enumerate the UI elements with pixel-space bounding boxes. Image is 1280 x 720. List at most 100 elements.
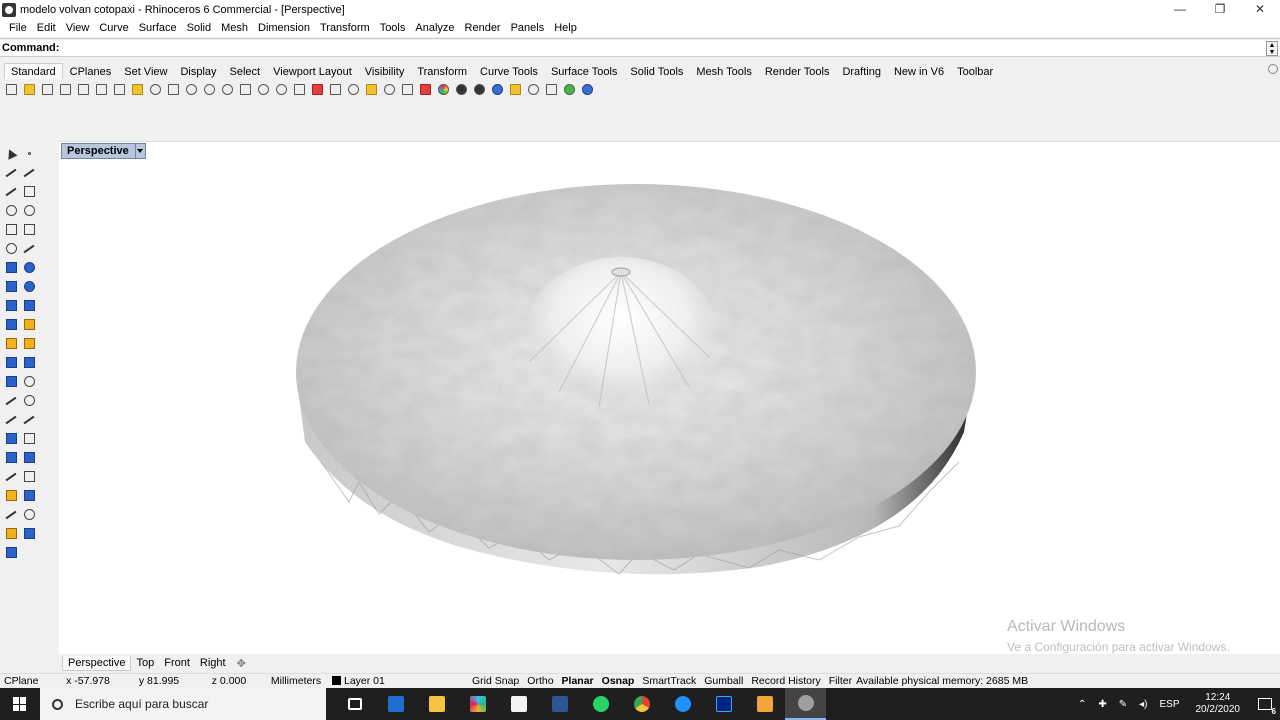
- slack-icon[interactable]: [457, 688, 498, 720]
- surface-icon[interactable]: [2, 259, 20, 277]
- line-icon[interactable]: [2, 183, 20, 201]
- gumball-toggle[interactable]: Gumball: [700, 675, 747, 687]
- zoom-window-icon[interactable]: [218, 81, 236, 98]
- menu-dimension[interactable]: Dimension: [253, 22, 315, 34]
- maximize-button[interactable]: ❐: [1200, 0, 1240, 19]
- app-n-icon[interactable]: [744, 688, 785, 720]
- fillet-curve-icon[interactable]: [20, 240, 38, 258]
- tab-display[interactable]: Display: [174, 64, 222, 79]
- render-icon[interactable]: [452, 81, 470, 98]
- minimize-button[interactable]: —: [1160, 0, 1200, 19]
- circle-icon[interactable]: [2, 202, 20, 220]
- gear-icon[interactable]: [524, 81, 542, 98]
- menu-file[interactable]: File: [4, 22, 32, 34]
- sweep-icon[interactable]: [20, 297, 38, 315]
- hide-icon[interactable]: [308, 81, 326, 98]
- documents-icon[interactable]: [539, 688, 580, 720]
- print-icon[interactable]: [56, 81, 74, 98]
- filter-toggle[interactable]: Filter: [825, 675, 856, 687]
- properties-icon[interactable]: [2, 487, 20, 505]
- cut-icon[interactable]: [92, 81, 110, 98]
- lights-icon[interactable]: [380, 81, 398, 98]
- zoom-selected-icon[interactable]: [254, 81, 272, 98]
- tab-viewport-layout[interactable]: Viewport Layout: [267, 64, 358, 79]
- environment-icon[interactable]: [488, 81, 506, 98]
- tab-curve-tools[interactable]: Curve Tools: [474, 64, 544, 79]
- pan-icon[interactable]: [164, 81, 182, 98]
- select-arrow-icon[interactable]: [2, 145, 20, 163]
- menu-help[interactable]: Help: [549, 22, 582, 34]
- planar-toggle[interactable]: Planar: [558, 675, 598, 687]
- mirror-icon[interactable]: [20, 449, 38, 467]
- split-icon[interactable]: [20, 354, 38, 372]
- ortho-toggle[interactable]: Ortho: [523, 675, 557, 687]
- viewport-title[interactable]: Perspective: [61, 143, 146, 159]
- control-point-curve-icon[interactable]: [20, 183, 38, 201]
- menu-analyze[interactable]: Analyze: [410, 22, 459, 34]
- command-line[interactable]: Command: ▲ ▼: [0, 40, 1280, 57]
- polyline-icon[interactable]: [2, 164, 20, 182]
- ellipse-icon[interactable]: [20, 202, 38, 220]
- store-icon[interactable]: [498, 688, 539, 720]
- tab-select[interactable]: Select: [224, 64, 267, 79]
- polygon-icon[interactable]: [2, 221, 20, 239]
- undo-icon[interactable]: [146, 81, 164, 98]
- tab-solid-tools[interactable]: Solid Tools: [624, 64, 689, 79]
- tab-standard[interactable]: Standard: [4, 63, 63, 79]
- scale-icon[interactable]: [20, 430, 38, 448]
- menu-mesh[interactable]: Mesh: [216, 22, 253, 34]
- taskbar-search-box[interactable]: Escribe aquí para buscar: [40, 688, 326, 720]
- analyze-icon[interactable]: [20, 487, 38, 505]
- import-icon[interactable]: [74, 81, 92, 98]
- menu-transform[interactable]: Transform: [315, 22, 375, 34]
- notification-center-button[interactable]: 6: [1250, 688, 1280, 720]
- menu-surface[interactable]: Surface: [134, 22, 182, 34]
- cplane-indicator[interactable]: CPlane: [0, 675, 52, 687]
- rotate-view-icon[interactable]: [182, 81, 200, 98]
- lock-icon[interactable]: [344, 81, 362, 98]
- explode-icon[interactable]: [2, 335, 20, 353]
- perspective-viewport[interactable]: Perspective Activar Windows Ve a Configu…: [59, 141, 1280, 654]
- task-view-icon[interactable]: [334, 688, 375, 720]
- extrude-icon[interactable]: [2, 297, 20, 315]
- array-icon[interactable]: [2, 449, 20, 467]
- grid-array-icon[interactable]: [20, 468, 38, 486]
- tab-new-in-v6[interactable]: New in V6: [888, 64, 950, 79]
- tab-viewport-right[interactable]: Right: [195, 656, 231, 671]
- chamfer-icon[interactable]: [20, 392, 38, 410]
- pen-icon[interactable]: ✎: [1113, 699, 1133, 710]
- menu-tools[interactable]: Tools: [375, 22, 411, 34]
- menu-view[interactable]: View: [61, 22, 95, 34]
- boolean-icon[interactable]: [20, 278, 38, 296]
- layers-icon[interactable]: [362, 81, 380, 98]
- make2d-icon[interactable]: [20, 525, 38, 543]
- command-history-spinner[interactable]: ▲ ▼: [1266, 41, 1278, 56]
- tab-visibility[interactable]: Visibility: [359, 64, 411, 79]
- copy-icon[interactable]: [110, 81, 128, 98]
- current-layer[interactable]: Layer 01: [328, 675, 468, 687]
- tab-set-view[interactable]: Set View: [118, 64, 173, 79]
- offset-icon[interactable]: [2, 392, 20, 410]
- volume-icon[interactable]: ◂): [1133, 699, 1153, 710]
- zoom-extents-icon[interactable]: [236, 81, 254, 98]
- curve-icon[interactable]: [20, 164, 38, 182]
- paste-icon[interactable]: [128, 81, 146, 98]
- add-viewport-tab-icon[interactable]: ✥: [231, 657, 252, 670]
- dimension-icon[interactable]: [2, 468, 20, 486]
- menu-panels[interactable]: Panels: [506, 22, 550, 34]
- menu-edit[interactable]: Edit: [32, 22, 61, 34]
- smarttrack-toggle[interactable]: SmartTrack: [638, 675, 700, 687]
- tab-viewport-perspective[interactable]: Perspective: [62, 655, 132, 671]
- point-icon[interactable]: [20, 145, 38, 163]
- osnap-toggle[interactable]: Osnap: [598, 675, 639, 687]
- globe-icon[interactable]: [560, 81, 578, 98]
- grid-snap-toggle[interactable]: Grid Snap: [468, 675, 523, 687]
- revolve-icon[interactable]: [20, 259, 38, 277]
- tab-viewport-front[interactable]: Front: [159, 656, 195, 671]
- mail-icon[interactable]: [375, 688, 416, 720]
- tab-cplanes[interactable]: CPlanes: [64, 64, 118, 79]
- menu-curve[interactable]: Curve: [94, 22, 133, 34]
- trim-icon[interactable]: [2, 354, 20, 372]
- open-file-icon[interactable]: [20, 81, 38, 98]
- lock-objects-icon[interactable]: [398, 81, 416, 98]
